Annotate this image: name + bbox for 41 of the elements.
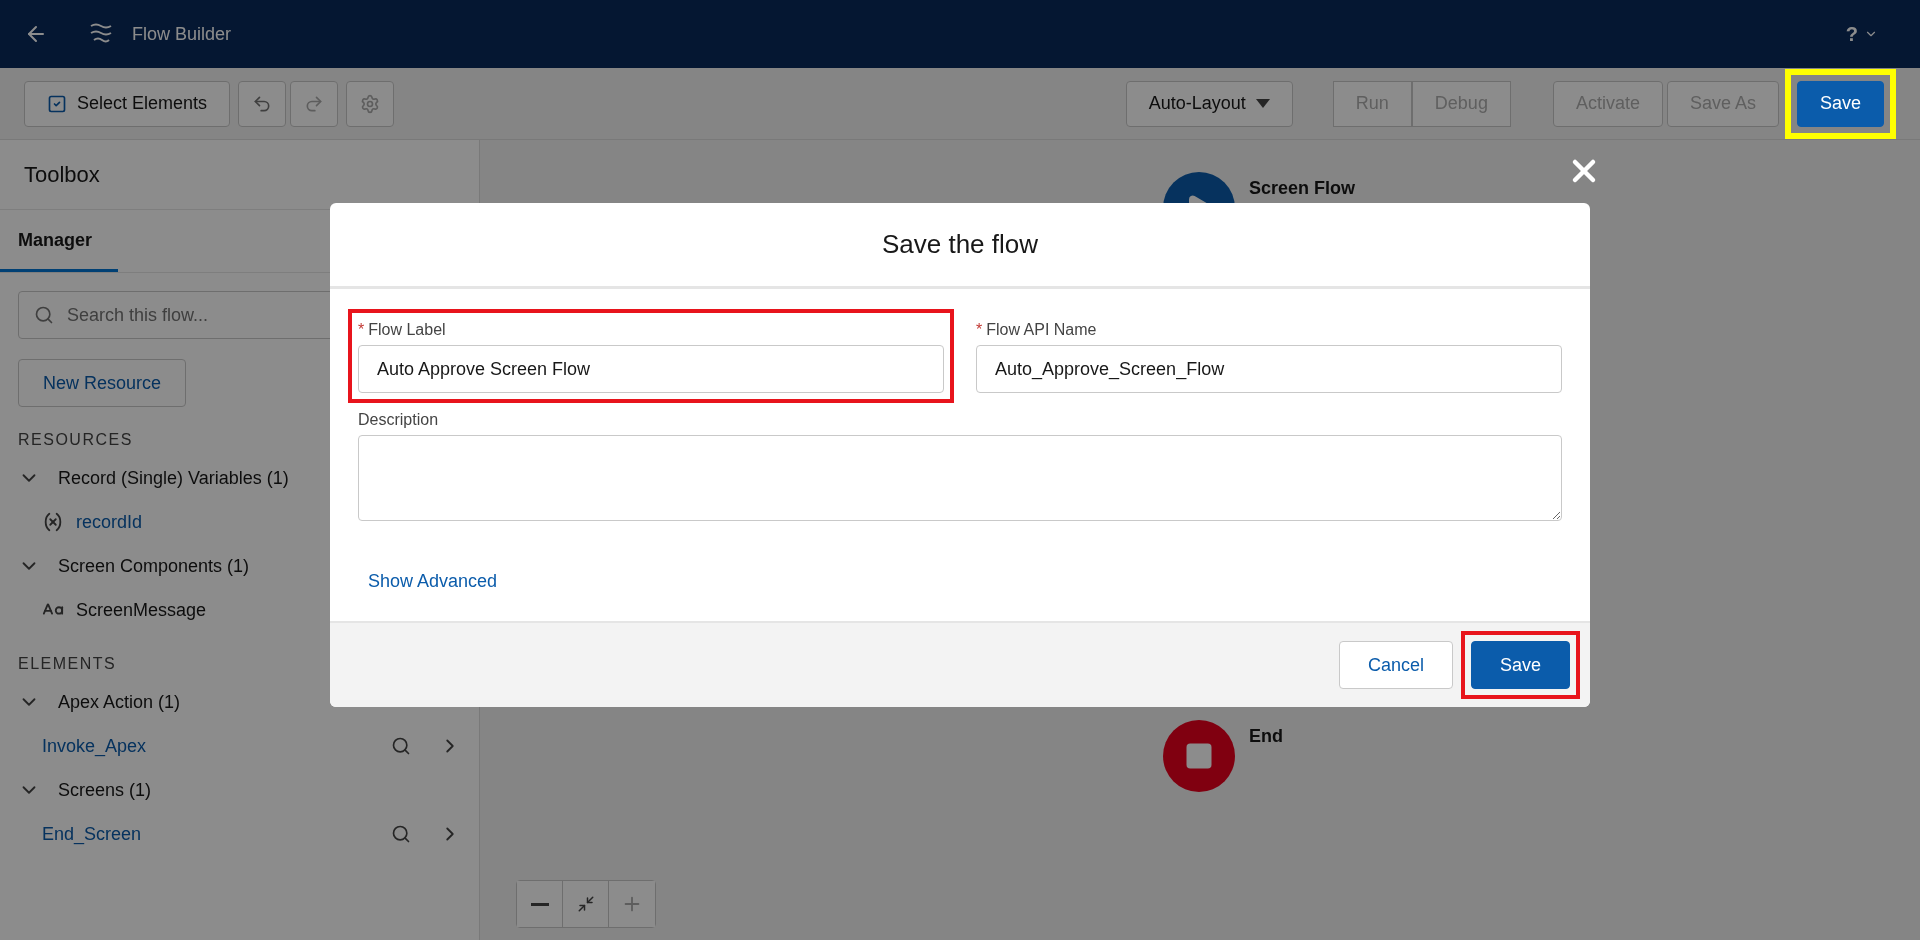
new-resource-button[interactable]: New Resource xyxy=(18,359,187,407)
app-title: Flow Builder xyxy=(132,23,232,45)
help-icon[interactable]: ? xyxy=(1845,22,1858,46)
settings-icon xyxy=(360,93,381,114)
required-mark: * xyxy=(358,321,365,339)
zoom-out-button[interactable] xyxy=(517,881,563,927)
save-button[interactable]: Save xyxy=(1796,80,1884,127)
cancel-button[interactable]: Cancel xyxy=(1338,641,1453,689)
group-label[interactable]: Screens (1) xyxy=(58,779,152,801)
search-icon xyxy=(34,305,54,325)
element-link[interactable]: End_Screen xyxy=(42,823,379,845)
input-field[interactable]: Auto_Approve_Screen_Flow xyxy=(976,345,1562,393)
group-label[interactable]: Apex Action (1) xyxy=(58,691,181,713)
stop-icon xyxy=(1184,741,1214,771)
layout-dropdown[interactable]: Auto-Layout xyxy=(1125,80,1293,127)
shrink-icon xyxy=(576,895,595,913)
group-label[interactable]: Screen Components (1) xyxy=(58,555,250,577)
variable-icon xyxy=(42,511,64,533)
manager-tab[interactable]: Manager xyxy=(0,210,118,272)
section-heading: RESOURCES xyxy=(18,431,133,449)
description-field[interactable] xyxy=(358,435,1562,521)
save-button[interactable]: Save xyxy=(1470,641,1570,689)
checkbox-icon xyxy=(47,93,67,114)
field-label: Flow Label xyxy=(368,321,446,339)
show-advanced-link[interactable]: Show Advanced xyxy=(368,571,498,592)
redo-icon xyxy=(304,93,325,114)
group-label[interactable]: Record (Single) Variables (1) xyxy=(58,467,289,489)
section-heading: ELEMENTS xyxy=(18,655,117,673)
input-field[interactable]: Auto Approve Screen Flow xyxy=(358,345,944,393)
dialog-title: Save the flow xyxy=(881,229,1039,260)
search-icon[interactable] xyxy=(391,736,411,756)
node-label: Screen Flow xyxy=(1249,178,1356,199)
field-label: Flow API Name xyxy=(986,321,1097,339)
field-label: Description xyxy=(358,411,440,429)
search-icon[interactable] xyxy=(391,824,411,844)
node-label: End xyxy=(1249,726,1283,747)
caret-icon xyxy=(1255,99,1270,108)
element-link[interactable]: Invoke_Apex xyxy=(42,735,379,757)
required-mark: * xyxy=(976,321,983,339)
select-elements-button[interactable]: Select Elements xyxy=(24,80,231,127)
minus-icon xyxy=(530,902,549,906)
